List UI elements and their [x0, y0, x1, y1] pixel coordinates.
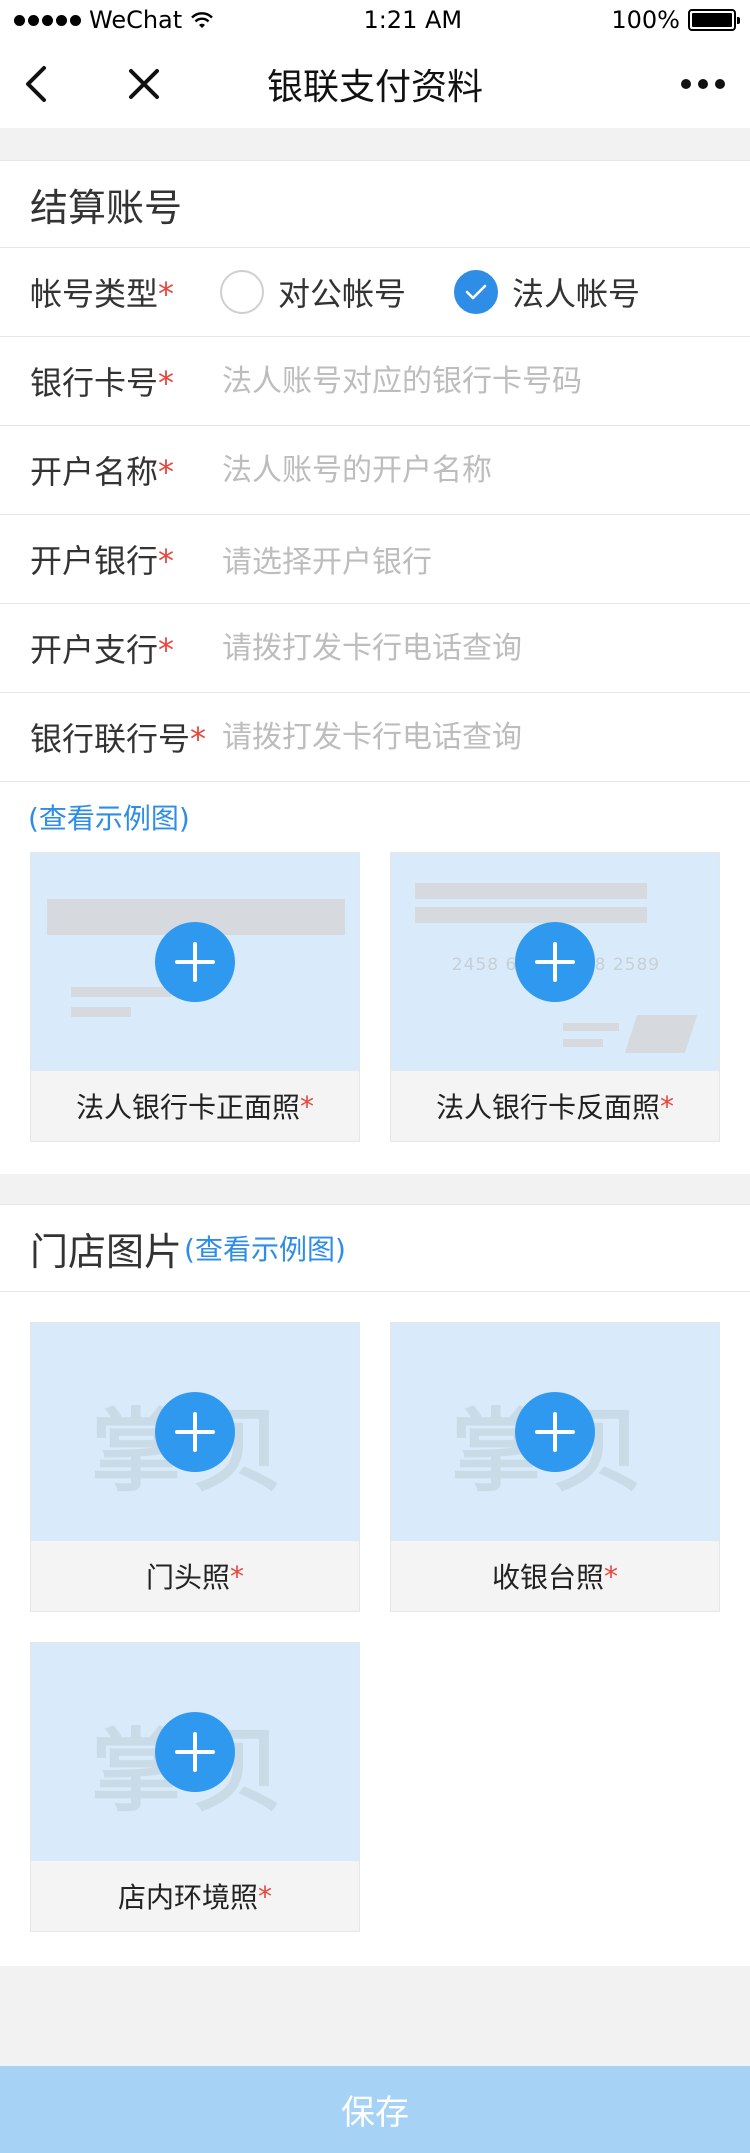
view-example-link[interactable]: (查看示例图) [0, 782, 750, 852]
upload-card-back[interactable]: 2458 6280 1618 2589 法人银行卡反面照* [390, 852, 720, 1142]
radio-corporate-label: 对公帐号 [278, 275, 407, 313]
account-type-row: 帐号类型* 对公帐号 法人帐号 [0, 248, 750, 337]
card-back-sample: 2458 6280 1618 2589 [391, 853, 719, 1071]
add-photo-icon [515, 922, 595, 1002]
interior-caption: 店内环境照 * [117, 1879, 272, 1915]
bank-code-input[interactable] [220, 707, 750, 767]
bank-label: 开户银行* [30, 542, 175, 580]
store-photos-section: 门店图片 (查看示例图) 掌贝 门头照* 掌贝 收银台照* 掌贝 [0, 1204, 750, 1966]
carrier-name: WeChat [89, 6, 183, 34]
back-button[interactable] [14, 62, 58, 106]
checkout-caption: 收银台照 * [491, 1559, 618, 1595]
upload-interior-photo[interactable]: 掌贝 店内环境照* [30, 1642, 360, 1932]
interior-sample: 掌贝 [31, 1643, 359, 1861]
card-back-caption: 法人银行卡反面照 * [435, 1089, 674, 1125]
signal-icon [14, 14, 81, 26]
account-type-radio-group: 对公帐号 法人帐号 [220, 269, 688, 315]
bank-select[interactable]: 请选择开户银行 [220, 529, 750, 589]
radio-checked-icon [454, 270, 499, 314]
add-photo-icon [155, 1712, 235, 1792]
add-photo-icon [515, 1392, 595, 1472]
bank-card-upload-grid: 法人银行卡正面照* 2458 6280 1618 2589 法人银行卡反面照* [0, 852, 750, 1142]
upload-storefront-photo[interactable]: 掌贝 门头照* [30, 1322, 360, 1612]
settlement-header: 结算账号 [0, 160, 750, 248]
chevron-left-icon [26, 66, 46, 102]
bank-row: 开户银行* 请选择开户银行 [0, 515, 750, 604]
close-icon [129, 69, 159, 99]
store-view-example-link[interactable]: (查看示例图) [184, 1228, 346, 1268]
account-name-input[interactable] [220, 440, 750, 500]
card-front-sample [31, 853, 359, 1071]
status-right: 100% [611, 6, 740, 34]
upload-checkout-photo[interactable]: 掌贝 收银台照* [390, 1322, 720, 1612]
battery-icon [688, 9, 740, 31]
bank-card-number-row: 银行卡号* [0, 337, 750, 426]
branch-row: 开户支行* [0, 604, 750, 693]
page-title: 银联支付资料 [266, 67, 483, 108]
account-name-row: 开户名称* [0, 426, 750, 515]
store-photo-grid: 掌贝 门头照* 掌贝 收银台照* 掌贝 店内环境 [0, 1292, 750, 1932]
battery-percent: 100% [611, 6, 680, 34]
bank-code-label: 银行联行号* [30, 720, 207, 758]
account-type-label: 帐号类型* [30, 275, 175, 313]
card-front-caption: 法人银行卡正面照 * [75, 1089, 314, 1125]
add-photo-icon [155, 1392, 235, 1472]
storefront-caption: 门头照 * [145, 1559, 244, 1595]
more-dot-icon [715, 79, 725, 89]
wifi-icon [191, 12, 214, 28]
status-time: 1:21 AM [363, 6, 463, 34]
settlement-title: 结算账号 [30, 185, 183, 230]
settlement-section: 结算账号 帐号类型* 对公帐号 法人帐号 银行卡号* 开户名称* 开户银行* 请… [0, 160, 750, 1174]
save-button[interactable]: 保存 [0, 2066, 750, 2153]
radio-legal-person-account[interactable]: 法人帐号 [454, 269, 640, 315]
bank-code-row: 银行联行号* [0, 693, 750, 782]
nav-bar: 银联支付资料 [0, 40, 750, 128]
status-left: WeChat [14, 6, 214, 34]
store-photos-title: 门店图片 [30, 1229, 183, 1274]
bank-card-number-label: 银行卡号* [30, 364, 175, 402]
bank-card-number-input[interactable] [220, 351, 750, 411]
more-dot-icon [698, 79, 708, 89]
account-name-label: 开户名称* [30, 453, 175, 491]
storefront-sample: 掌贝 [31, 1323, 359, 1541]
branch-input[interactable] [220, 618, 750, 678]
upload-card-front[interactable]: 法人银行卡正面照 * [30, 852, 360, 1142]
more-dot-icon [681, 79, 691, 89]
radio-corporate-account[interactable]: 对公帐号 [220, 269, 406, 315]
close-button[interactable] [122, 62, 166, 106]
status-bar: WeChat 1:21 AM 100% [0, 0, 750, 40]
branch-label: 开户支行* [30, 631, 175, 669]
add-photo-icon [155, 922, 235, 1002]
more-button[interactable] [674, 62, 732, 106]
radio-legal-person-label: 法人帐号 [512, 275, 641, 313]
store-photos-header: 门店图片 (查看示例图) [0, 1204, 750, 1292]
checkout-sample: 掌贝 [391, 1323, 719, 1541]
radio-unchecked-icon [220, 270, 264, 314]
